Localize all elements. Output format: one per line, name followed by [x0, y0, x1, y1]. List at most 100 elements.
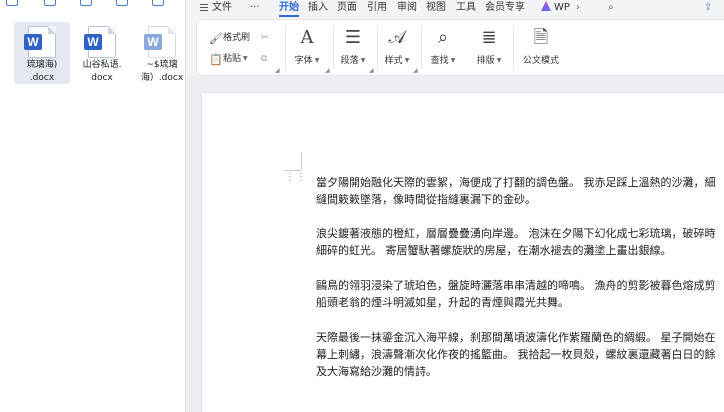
dialog-launcher-icon[interactable]: ◢ — [413, 67, 418, 74]
dialog-launcher-icon[interactable]: ◢ — [275, 67, 280, 74]
paragraph-3[interactable]: 鷗鳥的翎羽浸染了琥珀色，盤旋時灑落串串清越的啼鳴。 漁舟的剪影被暮色熔成剪 船頭… — [316, 277, 724, 311]
paragraph-icon: ☰ — [344, 27, 362, 48]
tab-wps-ai[interactable]: WP — [541, 1, 570, 15]
paragraph-label: 段落 ▼ — [335, 53, 371, 66]
paragraph-1[interactable]: 當夕陽開始融化天際的雲絮，海便成了打翻的調色盤。 我赤足踩上溫熱的沙灘，細 縫間… — [316, 174, 724, 208]
menu-file[interactable]: 文件 — [200, 1, 232, 15]
font-icon: A — [300, 27, 314, 48]
crop-mark — [301, 153, 302, 170]
menu-bar: 文件 ··· 开始 插入 页面 引用 审阅 视图 工具 会员专享 WP › ⌕ … — [186, 0, 724, 17]
tab-home[interactable]: 开始 — [279, 1, 299, 17]
text-line: 細碎的虹光。 寄居蟹馱著螺旋狀的房屋，在潮水褪去的灘塗上畫出銀線。 — [316, 244, 672, 257]
file-name-line1: 山谷私语. — [82, 60, 122, 70]
open-icon[interactable] — [116, 0, 128, 6]
layout-label: 排版 ▼ — [471, 53, 507, 66]
ribbon-divider — [285, 26, 286, 70]
paragraph-4[interactable]: 天際最後一抹鎏金沉入海平線，刹那間萬頃波濤化作紫羅蘭色的綢緞。 星子開始在 幕上… — [316, 329, 724, 380]
file-name-line2: docx — [91, 73, 113, 83]
caret-down-icon: ▼ — [404, 57, 410, 64]
cloud-upload-icon[interactable]: ⇪ — [704, 1, 712, 15]
tab-member[interactable]: 会员专享 — [485, 1, 525, 15]
drag-handle-icon[interactable]: ⋮⋮ — [285, 173, 306, 188]
text-line: 當夕陽開始融化天際的雲絮，海便成了打翻的調色盤。 我赤足踩上溫熱的沙灘，細 — [316, 176, 716, 189]
official-mode-button[interactable]: 🗎 公文模式 — [517, 20, 565, 75]
layout-label-text: 排版 — [476, 56, 495, 66]
tab-insert[interactable]: 插入 — [308, 1, 328, 15]
caret-down-icon: ▼ — [450, 57, 456, 64]
format-painter-icon: 🖌 — [209, 32, 223, 45]
word-doc-icon: W — [84, 26, 116, 58]
tab-tools[interactable]: 工具 — [456, 1, 476, 15]
word-doc-icon: W — [24, 26, 56, 58]
crop-mark — [284, 170, 301, 171]
tab-page[interactable]: 页面 — [337, 1, 357, 15]
wps-ai-label: WP — [554, 2, 570, 13]
wps-ai-icon — [541, 1, 551, 11]
layout-button[interactable]: ≣ 排版 ▼ — [471, 20, 507, 75]
official-document-icon: 🗎 — [533, 27, 549, 48]
find-button[interactable]: ⌕ 查找 ▼ — [425, 20, 461, 75]
style-button[interactable]: 𝒜 样式 ▼ — [379, 20, 415, 75]
paragraph-label-text: 段落 — [340, 56, 359, 66]
text-line: 船頭老翁的煙斗明滅如星，升起的青煙與霞光共舞。 — [316, 296, 569, 309]
caret-down-icon: ▼ — [243, 55, 248, 62]
text-line: 天際最後一抹鎏金沉入海平線，刹那間萬頃波濤化作紫羅蘭色的綢緞。 星子開始在 — [316, 331, 716, 344]
copy-format-icon[interactable]: ⧉ — [261, 53, 267, 65]
dialog-launcher-icon[interactable]: ◢ — [369, 67, 374, 74]
tab-references[interactable]: 引用 — [367, 1, 387, 15]
text-line: 及大海寫給沙灘的情詩。 — [316, 365, 437, 378]
format-painter-button[interactable]: 🖌格式刷 — [209, 32, 250, 44]
hamburger-icon — [200, 4, 208, 11]
font-label: 字体 ▼ — [289, 53, 325, 66]
find-label-text: 查找 — [430, 56, 449, 66]
file-name-line2: 海）.docx — [140, 73, 184, 83]
search-icon[interactable]: ⌕ — [608, 1, 614, 15]
file-item-temp-liulihai[interactable]: W ~$琉璃 海）.docx — [134, 22, 190, 84]
font-button[interactable]: A 字体 ▼ — [289, 20, 325, 75]
file-name-line2: .docx — [29, 73, 55, 83]
share-icon[interactable] — [6, 0, 18, 6]
paragraph-2[interactable]: 浪尖鍍著液態的橙紅，層層疊疊湧向岸邊。 泡沫在夕陽下幻化成七彩琉璃，破碎時 細碎… — [316, 225, 724, 259]
cut-icon[interactable]: ✂ — [261, 32, 269, 44]
layout-icon: ≣ — [481, 27, 497, 48]
text-line: 浪尖鍍著液態的橙紅，層層疊疊湧向岸邊。 泡沫在夕陽下幻化成七彩琉璃，破碎時 — [316, 227, 716, 240]
file-toolbar — [0, 0, 186, 12]
text-line: 縫間簌簌墜落，像時間從指縫裏漏下的金砂。 — [316, 193, 536, 206]
menu-more[interactable]: ··· — [250, 1, 260, 15]
text-line: 幕上刺繡，浪濤聲漸次化作夜的搖籃曲。 我拾起一枚貝殼，螺紋裏還藏著白日的餘 — [316, 348, 716, 361]
document-page[interactable]: ⋮⋮ 當夕陽開始融化天際的雲絮，海便成了打翻的調色盤。 我赤足踩上溫熱的沙灘，細… — [202, 93, 724, 412]
dialog-launcher-icon[interactable]: ◢ — [325, 67, 330, 74]
ribbon-toolbar: 🖌格式刷 ✂ 📋粘贴 ▼ ⧉ ◢ A 字体 ▼ ◢ ☰ 段落 ▼ ◢ 𝒜 样式 ▼ ◢ … — [196, 19, 724, 76]
official-mode-label: 公文模式 — [522, 56, 559, 66]
file-item-liulihai[interactable]: W 琉璃海) .docx — [14, 22, 70, 84]
delete-icon[interactable] — [152, 0, 164, 6]
ribbon-divider — [513, 26, 514, 70]
format-painter-label: 格式刷 — [223, 33, 251, 43]
caret-down-icon: ▼ — [360, 57, 366, 64]
find-label: 查找 ▼ — [425, 53, 461, 66]
chevron-right-icon[interactable]: › — [576, 1, 580, 15]
ribbon-divider — [377, 26, 378, 70]
text-line: 鷗鳥的翎羽浸染了琥珀色，盤旋時灑落串串清越的啼鳴。 漁舟的剪影被暮色熔成剪 — [316, 279, 716, 292]
paste-icon: 📋 — [209, 53, 223, 66]
document-area: ⋮⋮ 當夕陽開始融化天際的雲絮，海便成了打翻的調色盤。 我赤足踩上溫熱的沙灘，細… — [187, 76, 724, 412]
file-panel: W 琉璃海) .docx W 山谷私语. docx W ~$琉璃 海）.docx — [0, 0, 186, 412]
file-item-shangusiyu[interactable]: W 山谷私语. docx — [74, 22, 130, 84]
word-doc-temp-icon: W — [144, 26, 176, 58]
menu-file-label: 文件 — [212, 2, 232, 13]
ribbon-divider — [421, 26, 422, 70]
tab-view[interactable]: 视图 — [426, 1, 446, 15]
font-label-text: 字体 — [294, 56, 313, 66]
paste-button[interactable]: 📋粘贴 ▼ — [209, 53, 248, 65]
caret-down-icon: ▼ — [314, 57, 320, 64]
copy-icon[interactable] — [44, 0, 56, 6]
export-icon[interactable] — [80, 0, 92, 6]
style-brush-icon: 𝒜 — [388, 27, 406, 48]
file-name-line1: ~$琉璃 — [146, 60, 178, 70]
paragraph-button[interactable]: ☰ 段落 ▼ — [335, 20, 371, 75]
paste-label: 粘贴 — [223, 54, 242, 64]
caret-down-icon: ▼ — [496, 57, 502, 64]
file-name-line1: 琉璃海) — [26, 60, 58, 70]
tab-review[interactable]: 审阅 — [397, 1, 417, 15]
find-search-icon: ⌕ — [437, 27, 449, 48]
